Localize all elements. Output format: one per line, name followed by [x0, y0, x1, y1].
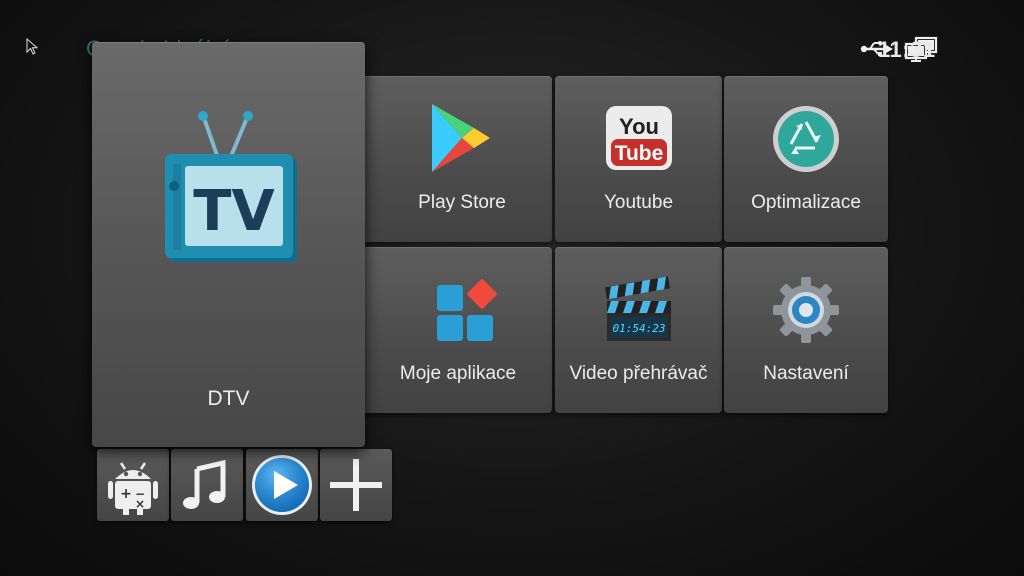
tile-moje-aplikace[interactable]: Moje aplikace — [360, 247, 552, 413]
gear-icon — [773, 277, 839, 343]
add-icon — [330, 459, 382, 511]
svg-text:×: × — [135, 497, 145, 511]
tile-nastaveni-label: Nastavení — [763, 363, 849, 384]
tile-youtube-label: Youtube — [603, 192, 674, 213]
youtube-icon: You Tube — [605, 106, 672, 170]
shortcut-android-calculator[interactable]: + − × — [97, 449, 169, 521]
clock: 11:31 — [878, 37, 936, 62]
play-store-icon — [431, 104, 490, 172]
video-player-icon — [252, 455, 312, 515]
tv-icon: TV — [164, 111, 297, 262]
tile-video-prehravac[interactable]: 01:54:23 Video přehrávač — [555, 247, 722, 413]
tile-play-store[interactable]: Play Store — [360, 76, 552, 242]
android-calc-icon: + − × — [108, 462, 158, 515]
tile-dtv[interactable]: TV DTV — [92, 42, 365, 447]
svg-text:01:54:23: 01:54:23 — [612, 322, 665, 335]
tile-play-store-label: Play Store — [418, 192, 506, 213]
clapperboard-icon: 01:54:23 — [604, 276, 671, 341]
recycle-icon — [773, 106, 839, 172]
add-shortcut-button[interactable] — [320, 449, 392, 521]
shortcut-music[interactable] — [171, 449, 243, 521]
tile-video-label: Video přehrávač — [569, 363, 708, 384]
svg-text:Tube: Tube — [614, 142, 663, 165]
music-note-icon — [183, 459, 226, 509]
tile-optimalizace[interactable]: Optimalizace — [724, 76, 888, 242]
svg-text:TV: TV — [193, 179, 275, 244]
tile-nastaveni[interactable]: Nastavení — [724, 247, 888, 413]
shortcut-video-player[interactable] — [246, 449, 318, 521]
svg-text:+: + — [120, 486, 132, 502]
svg-text:You: You — [619, 114, 659, 139]
tile-youtube[interactable]: You Tube Youtube — [555, 76, 722, 242]
tile-optimalizace-label: Optimalizace — [751, 192, 861, 213]
mouse-cursor-icon — [26, 38, 39, 55]
tile-dtv-label: DTV — [207, 387, 250, 410]
apps-grid-icon — [436, 279, 497, 341]
tile-moje-aplikace-label: Moje aplikace — [399, 363, 517, 384]
